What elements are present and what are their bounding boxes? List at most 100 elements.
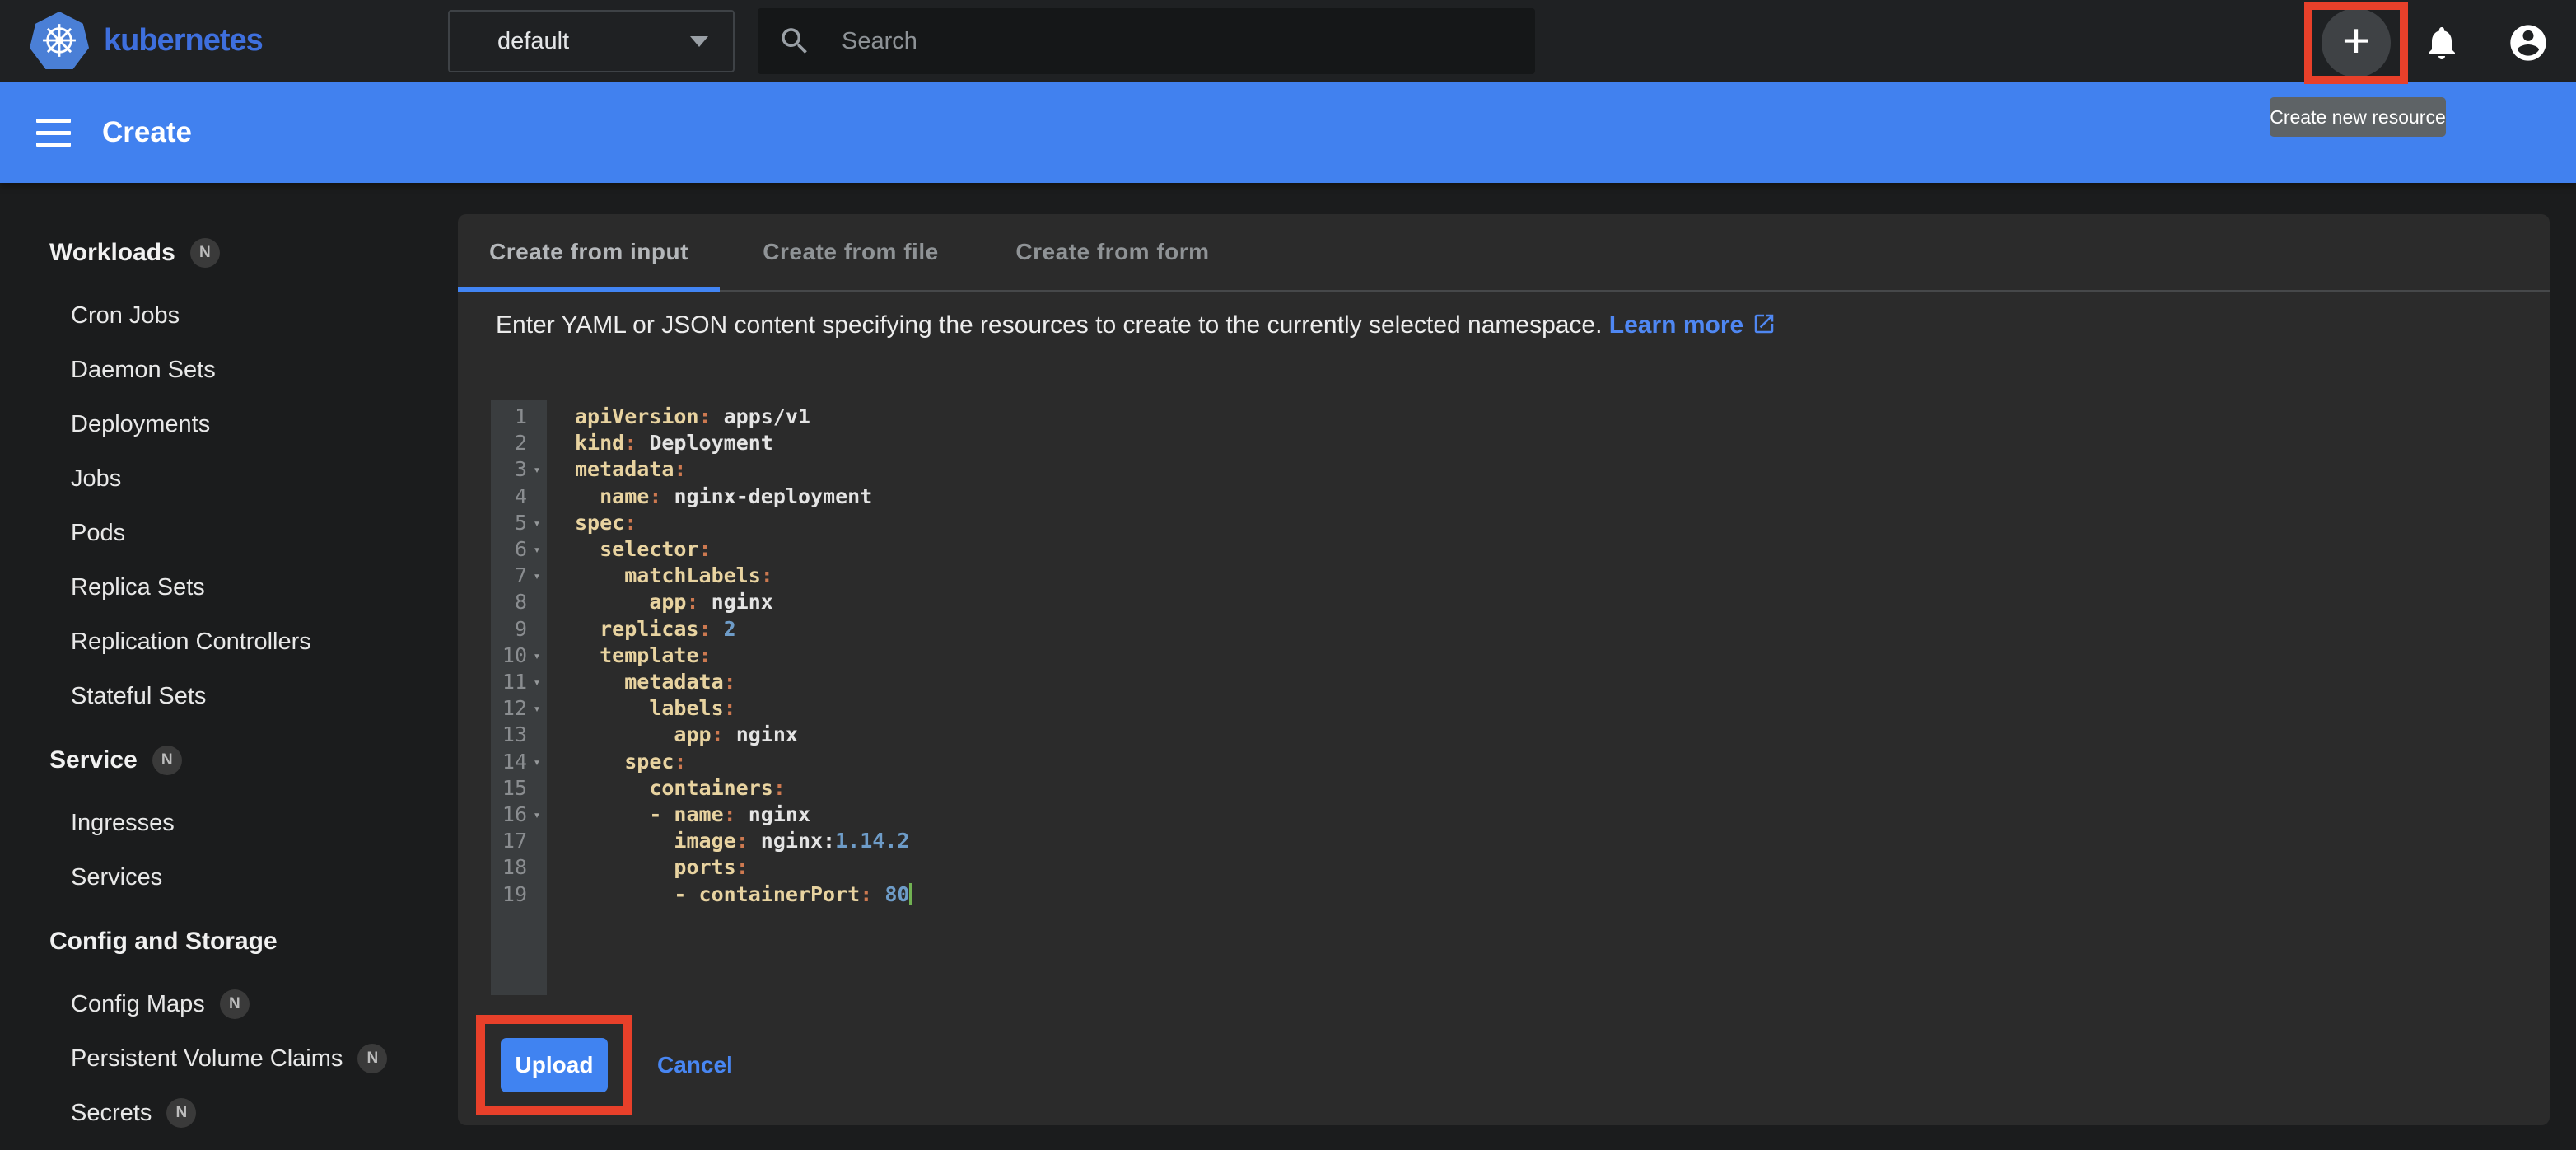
code-line: 9 replicas: 2 (491, 616, 2513, 643)
tab-create-from-form[interactable]: Create from form (982, 214, 1244, 290)
kubernetes-brand[interactable]: kubernetes (30, 12, 263, 69)
sidebar-item-pods[interactable]: Pods (49, 506, 461, 560)
code-line: 13 app: nginx (491, 722, 2513, 748)
sidebar-item-label: Replica Sets (71, 574, 205, 601)
search-input[interactable] (842, 28, 1418, 55)
sidebar-group-workloads: Workloads N Cron Jobs Daemon Sets Deployment… (49, 226, 461, 723)
line-number: 6 (491, 536, 527, 563)
fold-spacer (527, 854, 547, 881)
code-text: template: (547, 643, 712, 669)
fold-spacer (527, 616, 547, 643)
fold-spacer (527, 828, 547, 854)
sidebar-header-label: Workloads (49, 239, 175, 267)
fold-arrow-icon: ▾ (527, 695, 547, 722)
sidebar-item-deployments[interactable]: Deployments (49, 397, 461, 451)
sidebar-item-label: Secrets (71, 1100, 152, 1127)
fold-spacer (527, 589, 547, 615)
create-tabs: Create from inputCreate from fileCreate … (458, 214, 2550, 292)
code-line: 1apiVersion: apps/v1 (491, 404, 2513, 430)
code-text: spec: (547, 749, 687, 775)
fold-spacer (527, 775, 547, 802)
line-number: 4 (491, 484, 527, 510)
code-text: kind: Deployment (547, 430, 773, 456)
sidebar-item-persistent-volume-claims[interactable]: Persistent Volume Claims N (49, 1031, 461, 1086)
kubernetes-logo-icon (30, 12, 89, 69)
tab-create-from-file[interactable]: Create from file (720, 214, 982, 290)
sidebar-item-label: Jobs (71, 465, 121, 493)
namespace-value: default (497, 28, 690, 55)
sidebar-item-daemon-sets[interactable]: Daemon Sets (49, 343, 461, 397)
code-line: 8 app: nginx (491, 589, 2513, 615)
notifications-bell-icon[interactable] (2422, 23, 2462, 63)
sidebar-header-config-and-storage[interactable]: Config and Storage (49, 914, 461, 969)
line-number: 16 (491, 802, 527, 828)
code-line: 19 - containerPort: 80 (491, 881, 2513, 908)
code-line: 5▾spec: (491, 510, 2513, 536)
code-text: app: nginx (547, 722, 798, 748)
line-number: 14 (491, 749, 527, 775)
line-number: 13 (491, 722, 527, 748)
sidebar-item-ingresses[interactable]: Ingresses (49, 796, 461, 850)
sidebar-item-label: Pods (71, 520, 125, 547)
code-line: 7▾ matchLabels: (491, 563, 2513, 589)
account-avatar-icon[interactable] (2507, 21, 2550, 64)
create-description: Enter YAML or JSON content specifying th… (496, 311, 1776, 339)
code-text: app: nginx (547, 589, 773, 615)
code-text: name: nginx-deployment (547, 484, 872, 510)
code-text: matchLabels: (547, 563, 773, 589)
sidebar-header-workloads[interactable]: Workloads N (49, 226, 461, 280)
brand-title: kubernetes (104, 23, 263, 58)
yaml-editor[interactable]: 1apiVersion: apps/v12kind: Deployment3▾m… (491, 400, 2513, 995)
code-line: 18 ports: (491, 854, 2513, 881)
upload-button[interactable]: Upload (501, 1038, 608, 1092)
chevron-down-icon (690, 36, 708, 47)
code-text: selector: (547, 536, 712, 563)
search-bar[interactable] (758, 8, 1535, 74)
fold-arrow-icon: ▾ (527, 510, 547, 536)
top-bar: kubernetes default + (0, 0, 2576, 82)
sidebar-item-cron-jobs[interactable]: Cron Jobs (49, 288, 461, 343)
description-text: Enter YAML or JSON content specifying th… (496, 311, 1602, 339)
sidebar-item-stateful-sets[interactable]: Stateful Sets (49, 669, 461, 723)
sidebar-item-label: Services (71, 864, 162, 891)
fold-arrow-icon: ▾ (527, 749, 547, 775)
sidebar-group-config-and-storage: Config and StorageConfig MapsNPersistent… (49, 914, 461, 1140)
code-line: 10▾ template: (491, 643, 2513, 669)
code-line: 3▾metadata: (491, 456, 2513, 483)
namespaced-badge: N (190, 238, 220, 268)
sidebar-item-label: Config Maps (71, 991, 205, 1018)
code-text: replicas: 2 (547, 616, 736, 643)
code-line: 2kind: Deployment (491, 430, 2513, 456)
code-text: - name: nginx (547, 802, 810, 828)
line-number: 19 (491, 881, 527, 908)
learn-more-link[interactable]: Learn more (1609, 311, 1776, 339)
create-card: Create from inputCreate from fileCreate … (458, 214, 2550, 1125)
fold-arrow-icon: ▾ (527, 456, 547, 483)
line-number: 12 (491, 695, 527, 722)
namespaced-badge: N (166, 1098, 196, 1128)
text-cursor (909, 883, 912, 905)
tooltip-create-new-resource: Create new resource (2270, 97, 2446, 137)
sidebar-header-service[interactable]: ServiceN (49, 733, 461, 788)
fold-arrow-icon: ▾ (527, 802, 547, 828)
cancel-button[interactable]: Cancel (657, 1038, 733, 1092)
namespaced-badge: N (357, 1044, 387, 1073)
menu-hamburger-icon[interactable] (36, 119, 71, 147)
fold-arrow-icon: ▾ (527, 563, 547, 589)
code-text: metadata: (547, 456, 686, 483)
sidebar-item-jobs[interactable]: Jobs (49, 451, 461, 506)
sidebar-item-config-maps[interactable]: Config MapsN (49, 977, 461, 1031)
sidebar-item-secrets[interactable]: Secrets N (49, 1086, 461, 1140)
line-number: 3 (491, 456, 527, 483)
sidebar-item-label: Deployments (71, 411, 210, 438)
sidebar-item-replication-controllers[interactable]: Replication Controllers (49, 615, 461, 669)
sidebar-item-replica-sets[interactable]: Replica Sets (49, 560, 461, 615)
tab-create-from-input[interactable]: Create from input (458, 214, 720, 290)
namespace-selector[interactable]: default (448, 10, 735, 72)
sidebar-item-label: Daemon Sets (71, 357, 216, 384)
sidebar-item-services[interactable]: Services (49, 850, 461, 905)
create-new-resource-button[interactable]: + (2322, 8, 2391, 77)
sidebar-item-label: Persistent Volume Claims (71, 1045, 343, 1073)
external-link-icon (1743, 311, 1776, 339)
fold-arrow-icon: ▾ (527, 536, 547, 563)
